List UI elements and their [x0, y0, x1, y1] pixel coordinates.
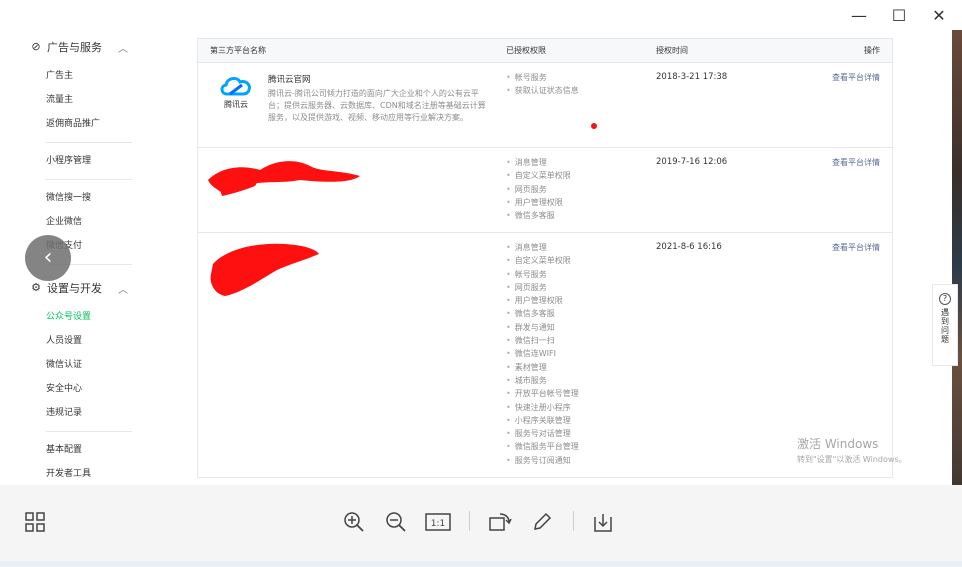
- list-item: 服务号对话管理: [506, 427, 656, 440]
- sidebar-item-staff[interactable]: 人员设置: [0, 329, 172, 353]
- question-icon: ?: [939, 293, 951, 305]
- list-item: 自定义菜单权限: [506, 169, 656, 182]
- auth-time: 2018-3-21 17:38: [656, 72, 728, 82]
- list-item: 用户管理权限: [506, 196, 656, 209]
- window-controls: — ☐ ✕: [850, 6, 948, 25]
- taskbar-edge: [0, 561, 962, 567]
- sidebar-item-miniprogram[interactable]: 小程序管理: [0, 149, 172, 173]
- sidebar-item-dev-tools[interactable]: 开发者工具: [0, 462, 172, 485]
- divider: [573, 511, 574, 531]
- divider: [46, 142, 132, 143]
- list-item: 小程序关联管理: [506, 414, 656, 427]
- zoom-in-icon[interactable]: [341, 509, 367, 535]
- list-item: 消息管理: [506, 241, 656, 254]
- sidebar-group-ads[interactable]: ⊘ 广告与服务 ︿: [0, 30, 172, 64]
- list-item: 微信连WIFI: [506, 347, 656, 360]
- sidebar-item-search[interactable]: 微信搜一搜: [0, 186, 172, 210]
- zoom-out-icon[interactable]: [383, 509, 409, 535]
- maximize-icon[interactable]: ☐: [890, 6, 908, 25]
- sidebar-item-work-wechat[interactable]: 企业微信: [0, 210, 172, 234]
- chevron-up-icon: ︿: [118, 43, 128, 55]
- table-row: 腾讯云 腾讯云官网 腾讯云-腾讯公司倾力打造的面向广大企业和个人的公有云平台；提…: [198, 63, 892, 148]
- list-item: 素材管理: [506, 361, 656, 374]
- list-item: 用户管理权限: [506, 294, 656, 307]
- background-strip: [952, 30, 962, 500]
- compass-icon: ⊘: [31, 40, 41, 53]
- help-label: 遇到问题: [940, 308, 950, 344]
- sidebar-item-violations[interactable]: 违规记录: [0, 401, 172, 425]
- auth-time: 2021-8-6 16:16: [656, 242, 722, 252]
- list-item: 服务号订阅通知: [506, 454, 656, 467]
- list-item: 微信服务平台管理: [506, 440, 656, 453]
- list-item: 微信多客服: [506, 209, 656, 222]
- sidebar-item-advertiser[interactable]: 广告主: [0, 64, 172, 88]
- download-icon[interactable]: [590, 509, 616, 535]
- header-perms: 已授权权限: [506, 46, 546, 55]
- list-item: 获取认证状态信息: [506, 84, 656, 97]
- platform-description: 腾讯云-腾讯公司倾力打造的面向广大企业和个人的公有云平台；提供云服务器、云数据库…: [268, 89, 486, 122]
- back-button[interactable]: ‹: [25, 235, 71, 281]
- header-time: 授权时间: [656, 46, 688, 55]
- help-widget[interactable]: ? 遇到问题: [932, 284, 958, 366]
- chevron-left-icon: ‹: [43, 245, 53, 270]
- sidebar-item-basic-config[interactable]: 基本配置: [0, 438, 172, 462]
- list-item: 群发与通知: [506, 321, 656, 334]
- list-item: 消息管理: [506, 156, 656, 169]
- perm-list: 消息管理 自定义菜单权限 帐号服务 网页服务 用户管理权限 微信多客服 群发与通…: [506, 233, 656, 477]
- rotate-icon[interactable]: [487, 509, 513, 535]
- list-item: 自定义菜单权限: [506, 254, 656, 267]
- minimize-icon[interactable]: —: [850, 6, 868, 25]
- activation-watermark: 激活 Windows 转到"设置"以激活 Windows。: [797, 435, 907, 465]
- list-item: 帐号服务: [506, 268, 656, 281]
- redaction-scribble: [208, 161, 360, 196]
- sidebar-item-account-settings[interactable]: 公众号设置: [0, 305, 172, 329]
- logo-text: 腾讯云: [224, 100, 248, 109]
- list-item: 微信扫一扫: [506, 334, 656, 347]
- list-item: 网页服务: [506, 281, 656, 294]
- divider: [469, 511, 470, 531]
- divider: [46, 431, 132, 432]
- red-dot: [591, 123, 597, 129]
- list-item: 微信多客服: [506, 307, 656, 320]
- sidebar-group-label: 广告与服务: [47, 41, 102, 54]
- list-item: 开放平台帐号管理: [506, 387, 656, 400]
- watermark-subtitle: 转到"设置"以激活 Windows。: [797, 455, 907, 464]
- view-details-link[interactable]: 查看平台详情: [806, 148, 892, 232]
- viewer-toolbar: 1:1: [0, 485, 962, 561]
- close-icon[interactable]: ✕: [930, 6, 948, 25]
- actual-size-icon[interactable]: 1:1: [425, 509, 451, 535]
- sidebar-item-commission[interactable]: 返佣商品推广: [0, 112, 172, 136]
- header-action: 操作: [864, 46, 880, 55]
- watermark-title: 激活 Windows: [797, 437, 879, 451]
- sidebar-item-verify[interactable]: 微信认证: [0, 353, 172, 377]
- list-item: 城市服务: [506, 374, 656, 387]
- tencent-cloud-logo: 腾讯云: [210, 73, 262, 137]
- table-header: 第三方平台名称 已授权权限 授权时间 操作: [198, 39, 892, 63]
- divider: [46, 179, 132, 180]
- list-item: 帐号服务: [506, 71, 656, 84]
- perm-list: 消息管理 自定义菜单权限 网页服务 用户管理权限 微信多客服: [506, 148, 656, 232]
- sidebar-group-label: 设置与开发: [47, 282, 102, 295]
- auth-time: 2019-7-16 12:06: [656, 157, 728, 167]
- platform-name: 腾讯云官网: [268, 75, 311, 85]
- sidebar-item-traffic[interactable]: 流量主: [0, 88, 172, 112]
- chevron-up-icon: ︿: [118, 284, 128, 296]
- perm-list: 帐号服务 获取认证状态信息: [506, 63, 656, 147]
- cloud-icon: [220, 76, 251, 96]
- sidebar-item-security[interactable]: 安全中心: [0, 377, 172, 401]
- edit-icon[interactable]: [529, 509, 555, 535]
- svg-text:1:1: 1:1: [431, 519, 445, 529]
- sidebar-group-dev[interactable]: ⚙ 设置与开发 ︿: [0, 271, 172, 305]
- list-item: 网页服务: [506, 183, 656, 196]
- gear-icon: ⚙: [31, 281, 41, 294]
- header-name: 第三方平台名称: [210, 46, 266, 55]
- redaction-scribble: [210, 243, 319, 296]
- list-item: 快速注册小程序: [506, 401, 656, 414]
- grid-icon[interactable]: [22, 509, 48, 535]
- view-details-link[interactable]: 查看平台详情: [806, 63, 892, 147]
